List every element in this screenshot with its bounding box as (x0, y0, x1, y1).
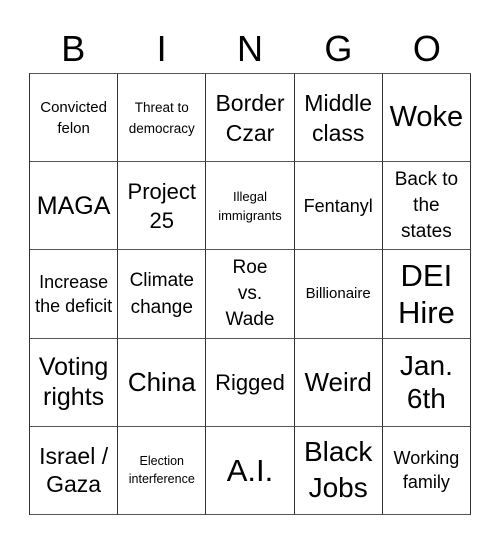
bingo-cell[interactable]: Woke (382, 74, 471, 163)
cell-label: A.I. (226, 452, 274, 488)
bingo-cell[interactable]: Climate change (118, 250, 207, 339)
bingo-cell[interactable]: Roe vs. Wade (206, 250, 295, 339)
cell-label: Weird (304, 367, 372, 398)
cell-label: Billionaire (305, 285, 371, 303)
bingo-cell[interactable]: DEI Hire (382, 250, 471, 339)
bingo-cell[interactable]: Back to the states (382, 162, 471, 251)
cell-label: Jan. 6th (399, 350, 453, 415)
cell-label: Middle class (304, 89, 373, 146)
cell-label: Voting rights (38, 353, 109, 412)
bingo-cell[interactable]: China (118, 338, 207, 427)
cell-label: Border Czar (215, 89, 285, 146)
cell-label: MAGA (36, 191, 111, 220)
bingo-header: B I N G O (29, 28, 471, 70)
cell-label: Rigged (215, 369, 285, 395)
bingo-cell[interactable]: Increase the deficit (30, 250, 119, 339)
bingo-cell[interactable]: Working family (382, 426, 471, 515)
cell-label: Project 25 (127, 178, 197, 233)
cell-label: DEI Hire (397, 257, 455, 330)
cell-label: Israel / Gaza (39, 443, 109, 498)
bingo-cell[interactable]: MAGA (30, 162, 119, 251)
cell-label: Working family (393, 448, 460, 493)
bingo-cell[interactable]: Black Jobs (294, 426, 383, 515)
bingo-cell[interactable]: Billionaire (294, 250, 383, 339)
cell-label: China (127, 367, 196, 398)
cell-label: Convicted felon (40, 98, 107, 137)
cell-label: Fentanyl (303, 195, 373, 216)
bingo-cell[interactable]: Fentanyl (294, 162, 383, 251)
bingo-cell[interactable]: Israel / Gaza (30, 426, 119, 515)
cell-label: Black Jobs (303, 436, 373, 504)
bingo-cell[interactable]: A.I. (206, 426, 295, 515)
bingo-cell[interactable]: Convicted felon (30, 74, 119, 163)
bingo-cell[interactable]: Voting rights (30, 338, 119, 427)
bingo-cell[interactable]: Illegal immigrants (206, 162, 295, 251)
bingo-cell[interactable]: Jan. 6th (382, 338, 471, 427)
cell-label: Climate change (129, 269, 194, 318)
header-letter-o: O (412, 28, 441, 69)
bingo-grid: Convicted felon Threat to democracy Bord… (29, 73, 471, 515)
bingo-cell[interactable]: Rigged (206, 338, 295, 427)
bingo-cell[interactable]: Threat to democracy (118, 74, 207, 163)
cell-label: Threat to democracy (128, 99, 195, 136)
bingo-cell[interactable]: Project 25 (118, 162, 207, 251)
cell-label: Increase the deficit (35, 271, 113, 316)
header-letter-b: B (61, 28, 86, 69)
cell-label: Illegal immigrants (218, 188, 282, 223)
cell-label: Woke (389, 101, 464, 134)
bingo-cell[interactable]: Border Czar (206, 74, 295, 163)
header-letter-g: G (324, 28, 353, 69)
bingo-cell[interactable]: Middle class (294, 74, 383, 163)
header-letter-i: I (156, 28, 167, 69)
cell-label: Election interference (128, 454, 195, 487)
bingo-cell[interactable]: Election interference (118, 426, 207, 515)
bingo-cell[interactable]: Weird (294, 338, 383, 427)
cell-label: Roe vs. Wade (225, 256, 275, 330)
cell-label: Back to the states (394, 168, 459, 242)
header-letter-n: N (237, 28, 264, 69)
